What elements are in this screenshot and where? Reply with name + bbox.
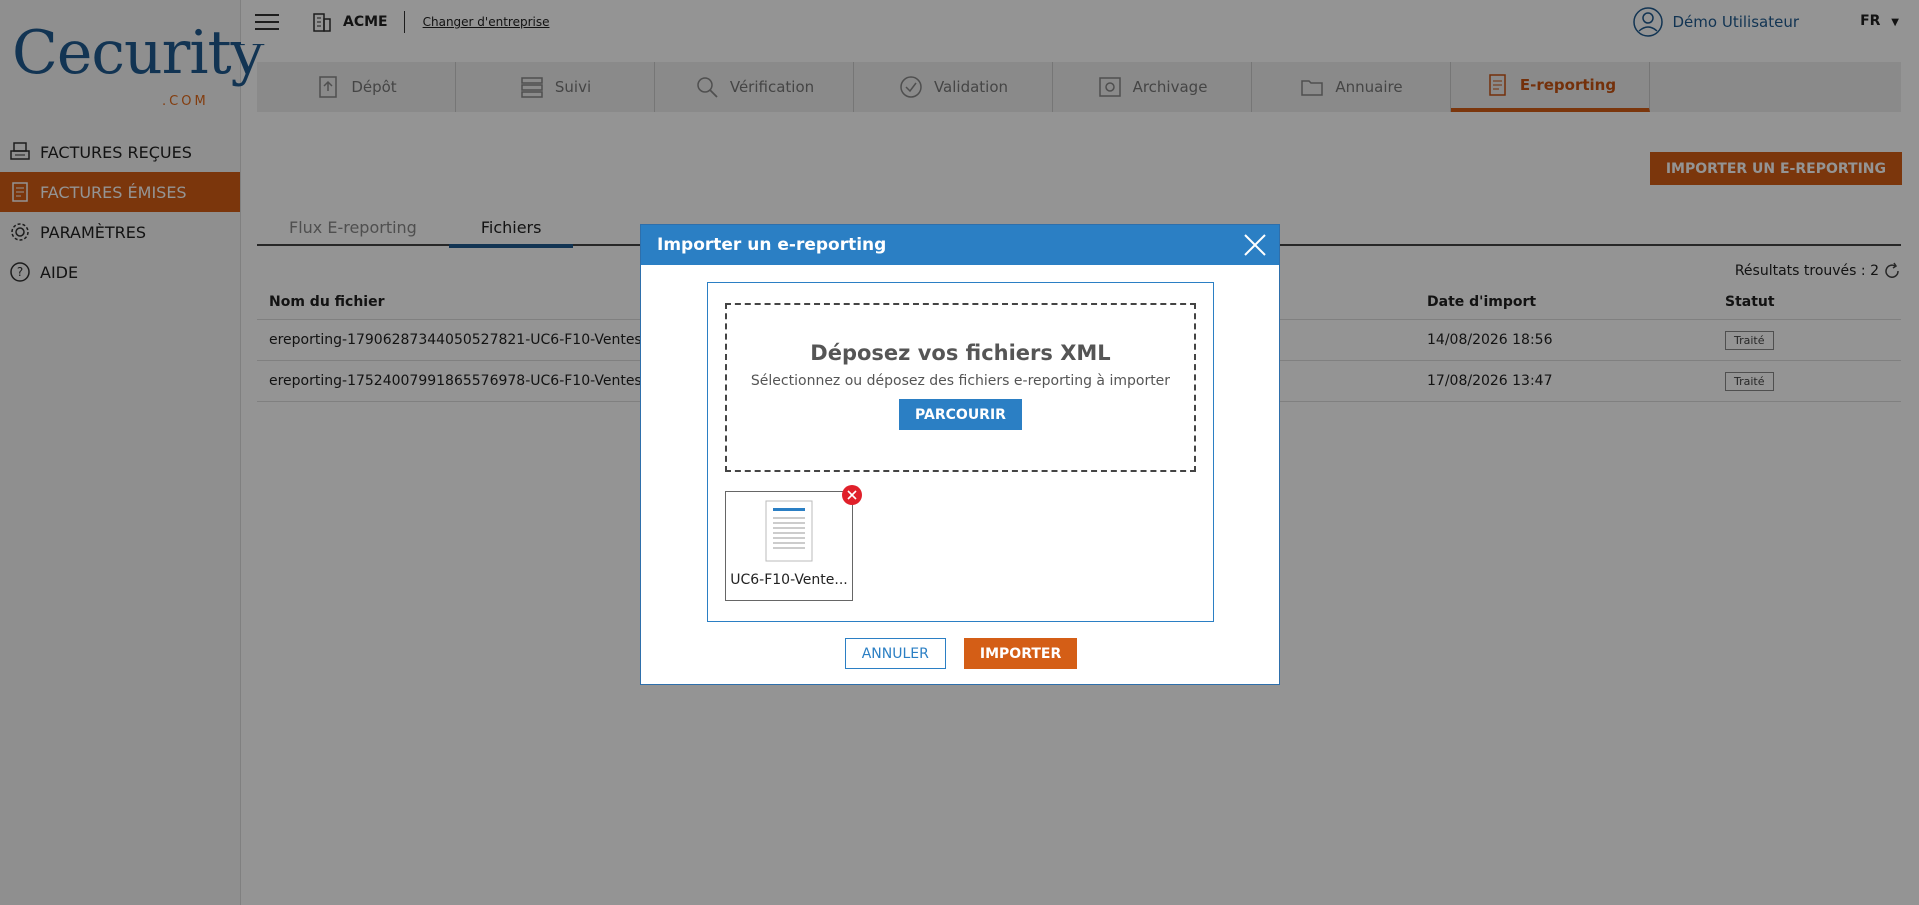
dropzone-title: Déposez vos fichiers XML xyxy=(810,341,1111,365)
cancel-button[interactable]: ANNULER xyxy=(844,638,946,669)
file-name: UC6-F10-Vente... xyxy=(730,572,848,588)
modal-header: Importer un e-reporting xyxy=(641,225,1279,265)
dropzone[interactable]: Déposez vos fichiers XML Sélectionnez ou… xyxy=(725,303,1196,472)
file-preview: UC6-F10-Vente... xyxy=(725,491,853,601)
modal-actions: ANNULER IMPORTER xyxy=(641,638,1281,669)
modal-title: Importer un e-reporting xyxy=(657,235,887,255)
remove-file-icon[interactable] xyxy=(842,485,862,505)
upload-area: Déposez vos fichiers XML Sélectionnez ou… xyxy=(707,282,1214,622)
browse-button[interactable]: PARCOURIR xyxy=(899,399,1022,430)
import-modal: Importer un e-reporting Déposez vos fich… xyxy=(640,224,1280,685)
close-icon[interactable] xyxy=(1241,231,1269,259)
document-icon xyxy=(765,500,813,562)
import-button[interactable]: IMPORTER xyxy=(963,638,1078,669)
dropzone-subtitle: Sélectionnez ou déposez des fichiers e-r… xyxy=(750,373,1171,389)
